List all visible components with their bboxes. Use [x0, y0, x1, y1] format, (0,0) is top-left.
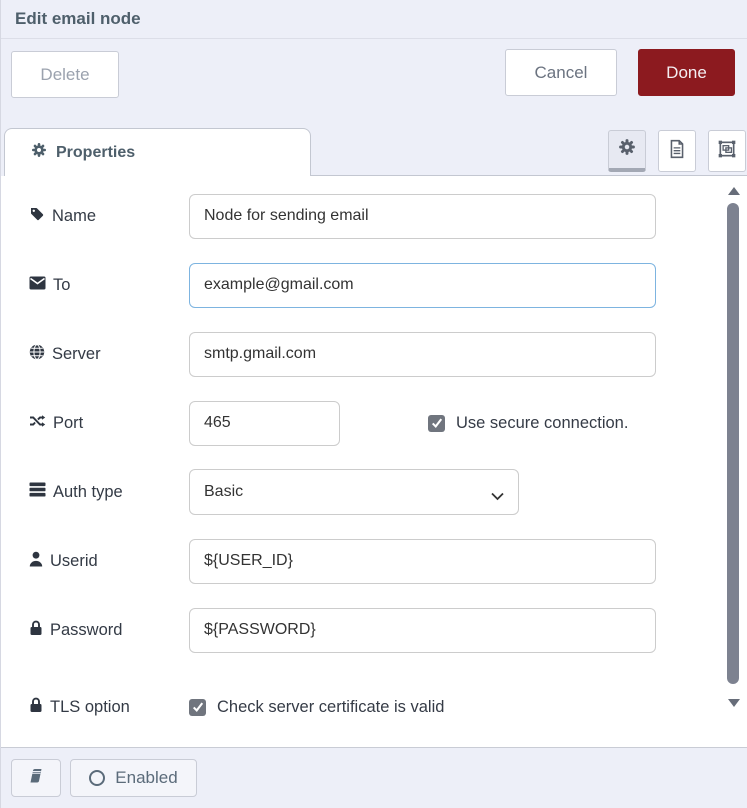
to-row: To: [29, 262, 747, 308]
node-help-button[interactable]: [11, 759, 61, 797]
envelope-icon: [29, 276, 46, 295]
scrollbar-thumb[interactable]: [727, 203, 739, 684]
to-input[interactable]: [189, 263, 656, 308]
name-input[interactable]: [189, 194, 656, 239]
auth-type-selected-value: Basic: [204, 483, 243, 501]
enabled-label: Enabled: [115, 768, 177, 788]
port-input[interactable]: [189, 401, 340, 446]
appearance-icon: [717, 139, 737, 164]
tls-verify-label: Check server certificate is valid: [217, 698, 444, 717]
userid-input[interactable]: [189, 539, 656, 584]
form-scrollbar[interactable]: [724, 176, 744, 747]
list-icon: [29, 482, 46, 502]
scrollbar-up-arrow[interactable]: [728, 187, 740, 195]
auth-type-select[interactable]: Basic: [189, 469, 519, 515]
password-input[interactable]: [189, 608, 656, 653]
tag-icon: [29, 206, 45, 227]
properties-form: Name To: [1, 176, 747, 747]
server-input[interactable]: [189, 332, 656, 377]
auth-type-label: Auth type: [29, 482, 189, 502]
tab-properties[interactable]: Properties: [4, 128, 311, 176]
secure-connection-checkbox[interactable]: [428, 415, 445, 432]
user-icon: [29, 551, 43, 572]
gear-icon: [31, 142, 47, 163]
dialog-title: Edit email node: [15, 9, 141, 29]
to-label: To: [29, 276, 189, 295]
userid-row: Userid: [29, 538, 747, 584]
enabled-toggle-button[interactable]: Enabled: [70, 759, 197, 797]
tls-option-label: TLS option: [29, 697, 189, 718]
port-label: Port: [29, 413, 189, 434]
description-tab-button[interactable]: [658, 130, 696, 172]
port-row: Port Use secure connection.: [29, 400, 747, 446]
tab-bar: Properties: [1, 126, 747, 176]
dialog-footer: Enabled: [1, 747, 747, 808]
tls-verify-option: Check server certificate is valid: [189, 698, 444, 717]
tab-properties-label: Properties: [56, 144, 135, 162]
lock-icon: [29, 620, 43, 641]
tls-option-row: TLS option Check server certificate is v…: [29, 684, 747, 730]
server-label: Server: [29, 344, 189, 365]
secure-connection-option: Use secure connection.: [428, 414, 628, 433]
scrollbar-down-arrow[interactable]: [728, 699, 740, 707]
auth-type-row: Auth type Basic: [29, 469, 747, 515]
server-row: Server: [29, 331, 747, 377]
book-icon: [26, 767, 46, 790]
lock-icon: [29, 697, 43, 718]
cancel-button[interactable]: Cancel: [505, 49, 617, 96]
name-row: Name: [29, 193, 747, 239]
delete-button[interactable]: Delete: [11, 51, 119, 98]
secure-connection-label: Use secure connection.: [456, 414, 628, 433]
edit-email-node-dialog: Edit email node Delete Cancel Done Prope…: [0, 0, 747, 808]
password-label: Password: [29, 620, 189, 641]
circle-icon: [89, 770, 105, 786]
dialog-header: Edit email node: [1, 0, 747, 39]
doc-icon: [668, 139, 686, 164]
properties-tab-button[interactable]: [608, 130, 646, 172]
password-row: Password: [29, 607, 747, 653]
userid-label: Userid: [29, 551, 189, 572]
appearance-tab-button[interactable]: [708, 130, 746, 172]
done-button[interactable]: Done: [638, 49, 735, 96]
dialog-action-row: Delete Cancel Done: [1, 39, 747, 126]
gear-icon: [618, 138, 636, 161]
name-label: Name: [29, 206, 189, 227]
tls-verify-checkbox[interactable]: [189, 699, 206, 716]
chevron-down-icon: [491, 488, 504, 506]
globe-icon: [29, 344, 45, 365]
shuffle-icon: [29, 413, 46, 434]
